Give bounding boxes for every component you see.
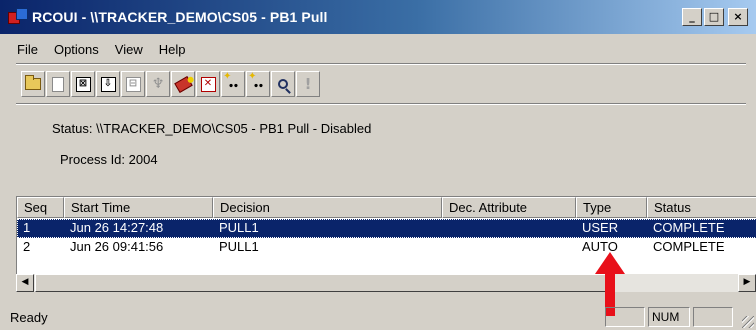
column-header-seq[interactable]: Seq [17,197,64,218]
status-bar-text: Ready [10,310,48,325]
title-bar[interactable]: RCOUI - \\TRACKER_DEMO\CS05 - PB1 Pull _… [0,0,756,34]
sparkle-icon: ✦ [223,71,232,82]
new-document-icon [52,76,64,92]
cell-decision: PULL1 [219,239,259,254]
delete-icon: ✕ [200,76,216,92]
column-header-status[interactable]: Status [647,197,756,218]
toolbar: ⊠ ⇩ ⊟ ♆ ✕ ✦ ⚫⚫ ✦ ⚫⚫ ! [21,69,320,99]
menu-help[interactable]: Help [151,42,194,57]
table-row[interactable]: 2 Jun 26 09:41:56 PULL1 AUTO COMPLETE [17,238,756,257]
column-header-decision[interactable]: Decision [213,197,442,218]
download-button[interactable]: ⇩ [96,71,120,97]
binoculars-icon: ⚫⚫ [253,82,264,90]
column-header-dec-attribute[interactable]: Dec. Attribute [442,197,576,218]
status-pane-empty [605,307,645,327]
cell-decision: PULL1 [219,220,259,235]
disabled-filter-icon: ♆ [151,76,165,92]
window-title: RCOUI - \\TRACKER_DEMO\CS05 - PB1 Pull [32,9,328,25]
cell-seq: 1 [23,220,31,235]
maximize-button[interactable]: □ [704,8,724,26]
close-button[interactable]: × [728,8,748,26]
new-button[interactable] [46,71,70,97]
menu-view[interactable]: View [107,42,151,57]
scroll-right-button[interactable]: ▶ [738,274,756,292]
cell-status: COMPLETE [653,220,725,235]
column-header-start-time[interactable]: Start Time [64,197,213,218]
resize-grip-icon[interactable] [742,316,754,328]
open-button[interactable] [21,71,45,97]
arrow-right-icon: ▶ [743,277,751,287]
column-header-type[interactable]: Type [576,197,647,218]
cell-start-time: Jun 26 14:27:48 [70,220,164,235]
table-row[interactable]: 1 Jun 26 14:27:48 PULL1 USER COMPLETE [17,219,756,238]
cell-seq: 2 [23,239,31,254]
app-icon[interactable] [8,8,30,26]
search-icon [278,79,288,89]
delete-button[interactable]: ✕ [196,71,220,97]
status-pane-scroll [693,307,733,327]
tag-icon [173,75,193,93]
cell-dec-attribute [442,238,576,257]
status-text: Status: \\TRACKER_DEMO\CS05 - PB1 Pull -… [52,121,372,136]
open-folder-icon [25,75,41,90]
menu-options[interactable]: Options [46,42,107,57]
tag-button[interactable] [171,71,195,97]
cell-status: COMPLETE [653,239,725,254]
exclamation-button[interactable]: ! [296,71,320,97]
menu-bar: File Options View Help [0,36,193,62]
stop-icon: ⊠ [75,76,91,92]
disabled-action-icon: ⊟ [125,76,141,92]
download-icon: ⇩ [100,76,116,92]
menu-file[interactable]: File [0,42,46,57]
toolbar-divider [16,63,746,65]
scrollbar-thumb[interactable] [35,274,607,292]
list-header: Seq Start Time Decision Dec. Attribute T… [17,197,756,218]
panel-divider [16,103,746,105]
disabled-filter-button[interactable]: ♆ [146,71,170,97]
find-next-button[interactable]: ✦ ⚫⚫ [246,71,270,97]
binoculars-icon: ⚫⚫ [228,82,239,90]
cell-type: USER [582,220,619,235]
cell-dec-attribute [442,219,576,238]
exclamation-icon: ! [304,75,312,93]
stop-button[interactable]: ⊠ [71,71,95,97]
window-controls: _ □ × [682,8,748,26]
arrow-left-icon: ◀ [21,277,29,287]
num-lock-indicator: NUM [648,307,690,327]
scroll-left-button[interactable]: ◀ [16,274,34,292]
disabled-action-button[interactable]: ⊟ [121,71,145,97]
minimize-button[interactable]: _ [682,8,702,26]
status-bar: Ready NUM [0,303,756,330]
sparkle-icon: ✦ [248,71,257,82]
find-button[interactable]: ✦ ⚫⚫ [221,71,245,97]
process-id-text: Process Id: 2004 [60,152,158,167]
search-button[interactable] [271,71,295,97]
cell-start-time: Jun 26 09:41:56 [70,239,164,254]
horizontal-scrollbar[interactable]: ◀ ▶ [16,274,756,292]
